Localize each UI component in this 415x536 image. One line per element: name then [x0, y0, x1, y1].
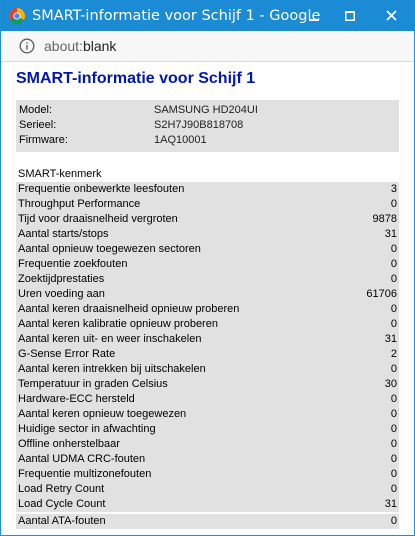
smart-attribute-row: Throughput Performance 0	[16, 197, 399, 212]
minimize-icon	[309, 18, 319, 21]
smart-attribute-row: Aantal keren opnieuw toegewezen 0	[16, 407, 399, 422]
smart-attribute-value: 0	[390, 198, 397, 210]
smart-attribute-label: Hardware-ECC hersteld	[18, 393, 135, 405]
smart-attribute-row: G-Sense Error Rate 2	[16, 347, 399, 362]
firmware-value: 1AQ10001	[154, 134, 207, 146]
smart-attribute-label: Load Retry Count	[18, 483, 105, 495]
smart-attribute-row: Frequentie multizonefouten 0	[16, 467, 399, 482]
model-label: Model:	[19, 104, 53, 116]
close-icon	[385, 10, 397, 21]
info-row-firmware: Firmware: 1AQ10001	[19, 133, 396, 148]
minimize-button[interactable]	[296, 0, 332, 31]
smart-attribute-label: Aantal keren intrekken bij uitschakelen	[18, 363, 206, 375]
smart-attribute-row: Aantal keren kalibratie opnieuw proberen…	[16, 317, 399, 332]
smart-attribute-value: 0	[390, 258, 397, 270]
smart-attribute-row: Aantal keren intrekken bij uitschakelen 0	[16, 362, 399, 377]
smart-attribute-value: 2	[390, 348, 397, 360]
smart-attribute-value: 0	[390, 515, 397, 527]
smart-attribute-row: Uren voeding aan 61706	[16, 287, 399, 302]
smart-attribute-label: Aantal starts/stops	[18, 228, 109, 240]
smart-attribute-value: 3	[390, 183, 397, 195]
smart-attribute-value: 30	[384, 378, 397, 390]
smart-attribute-row: Frequentie onbewerkte leesfouten 3	[16, 182, 399, 197]
smart-attribute-label: Aantal UDMA CRC-fouten	[18, 453, 146, 465]
page-title: SMART-informatie voor Schijf 1	[16, 70, 256, 87]
smart-attribute-label: Frequentie multizonefouten	[18, 468, 152, 480]
smart-attribute-value: 0	[390, 408, 397, 420]
smart-attribute-row: Load Retry Count 0	[16, 482, 399, 497]
smart-attribute-row: Temperatuur in graden Celsius 30	[16, 377, 399, 392]
smart-attribute-row: Frequentie zoekfouten 0	[16, 257, 399, 272]
smart-attribute-list: Frequentie onbewerkte leesfouten 3 Through…	[16, 182, 399, 529]
smart-attribute-row: Hardware-ECC hersteld 0	[16, 392, 399, 407]
smart-attribute-value: 0	[390, 243, 397, 255]
smart-attribute-row: Load Cycle Count 31	[16, 497, 399, 512]
chrome-logo-icon	[9, 7, 25, 24]
smart-attribute-label: Aantal keren opnieuw toegewezen	[18, 408, 187, 420]
url-text[interactable]: about:blank	[44, 38, 116, 54]
window-controls	[296, 0, 414, 31]
smart-attribute-value: 31	[384, 228, 397, 240]
smart-attribute-label: Tijd voor draaisnelheid vergroten	[18, 213, 178, 225]
smart-attribute-label: Aantal keren kalibratie opnieuw proberen	[18, 318, 218, 330]
smart-attribute-row: Tijd voor draaisnelheid vergroten 9878	[16, 212, 399, 227]
smart-attribute-label: Offline onherstelbaar	[18, 438, 120, 450]
smart-attribute-label: Frequentie zoekfouten	[18, 258, 128, 270]
url-path: blank	[82, 38, 117, 54]
model-value: SAMSUNG HD204UI	[154, 104, 258, 116]
browser-window: SMART-informatie voor Schijf 1 - Google …	[0, 0, 415, 536]
smart-attribute-row: Offline onherstelbaar 0	[16, 437, 399, 452]
smart-attribute-value: 31	[384, 498, 397, 510]
smart-attribute-value: 0	[390, 468, 397, 480]
info-row-model: Model: SAMSUNG HD204UI	[19, 103, 396, 118]
smart-attribute-label: Throughput Performance	[18, 198, 141, 210]
maximize-button[interactable]	[332, 0, 368, 31]
firmware-label: Firmware:	[19, 134, 68, 146]
smart-attribute-label: Aantal keren uit- en weer inschakelen	[18, 333, 202, 345]
serial-value: S2H7J90B818708	[154, 119, 244, 131]
maximize-icon	[345, 10, 355, 21]
smart-attribute-label: Temperatuur in graden Celsius	[18, 378, 168, 390]
smart-attribute-value: 9878	[372, 213, 397, 225]
smart-attribute-label: G-Sense Error Rate	[18, 348, 116, 360]
smart-attribute-label: Aantal ATA-fouten	[18, 515, 106, 527]
info-icon[interactable]	[19, 38, 35, 54]
smart-attribute-value: 0	[390, 393, 397, 405]
smart-attribute-label: Aantal keren draaisnelheid opnieuw probe…	[18, 303, 240, 315]
smart-attribute-row: Aantal starts/stops 31	[16, 227, 399, 242]
smart-attribute-value: 0	[390, 423, 397, 435]
smart-attribute-value: 31	[384, 333, 397, 345]
smart-attribute-value: 0	[390, 363, 397, 375]
smart-attribute-row: Zoektijdprestaties 0	[16, 272, 399, 287]
smart-attribute-value: 61706	[366, 288, 397, 300]
smart-attribute-value: 0	[390, 483, 397, 495]
page-content: SMART-informatie voor Schijf 1 Model: SA…	[1, 62, 414, 529]
smart-attribute-value: 0	[390, 453, 397, 465]
window-title: SMART-informatie voor Schijf 1 - Google …	[32, 7, 322, 24]
smart-attribute-row: Aantal keren uit- en weer inschakelen 31	[16, 332, 399, 347]
smart-attribute-row: Aantal ATA-fouten 0	[16, 514, 399, 529]
info-row-serial: Serieel: S2H7J90B818708	[19, 118, 396, 133]
smart-attribute-row: Aantal opnieuw toegewezen sectoren 0	[16, 242, 399, 257]
smart-attribute-label: Uren voeding aan	[18, 288, 105, 300]
smart-attribute-value: 0	[390, 318, 397, 330]
close-button[interactable]	[368, 0, 414, 31]
serial-label: Serieel:	[19, 119, 57, 131]
smart-attribute-value: 0	[390, 273, 397, 285]
url-scheme: about:	[44, 38, 83, 54]
smart-attribute-label: Frequentie onbewerkte leesfouten	[18, 183, 185, 195]
smart-attribute-row: Aantal keren draaisnelheid opnieuw probe…	[16, 302, 399, 317]
smart-attribute-label: Zoektijdprestaties	[18, 273, 105, 285]
smart-attribute-row: Huidige sector in afwachting 0	[16, 422, 399, 437]
drive-info: Model: SAMSUNG HD204UI Serieel: S2H7J90B…	[16, 100, 399, 152]
smart-attribute-label: Aantal opnieuw toegewezen sectoren	[18, 243, 201, 255]
address-bar[interactable]: about:blank	[1, 31, 414, 62]
smart-attribute-value: 0	[390, 438, 397, 450]
title-bar[interactable]: SMART-informatie voor Schijf 1 - Google …	[1, 0, 414, 31]
smart-attribute-label: Load Cycle Count	[18, 498, 106, 510]
smart-attribute-row: Aantal UDMA CRC-fouten 0	[16, 452, 399, 467]
smart-attribute-label: Huidige sector in afwachting	[18, 423, 156, 435]
smart-section-label: SMART-kenmerk	[18, 168, 102, 180]
smart-attribute-value: 0	[390, 303, 397, 315]
